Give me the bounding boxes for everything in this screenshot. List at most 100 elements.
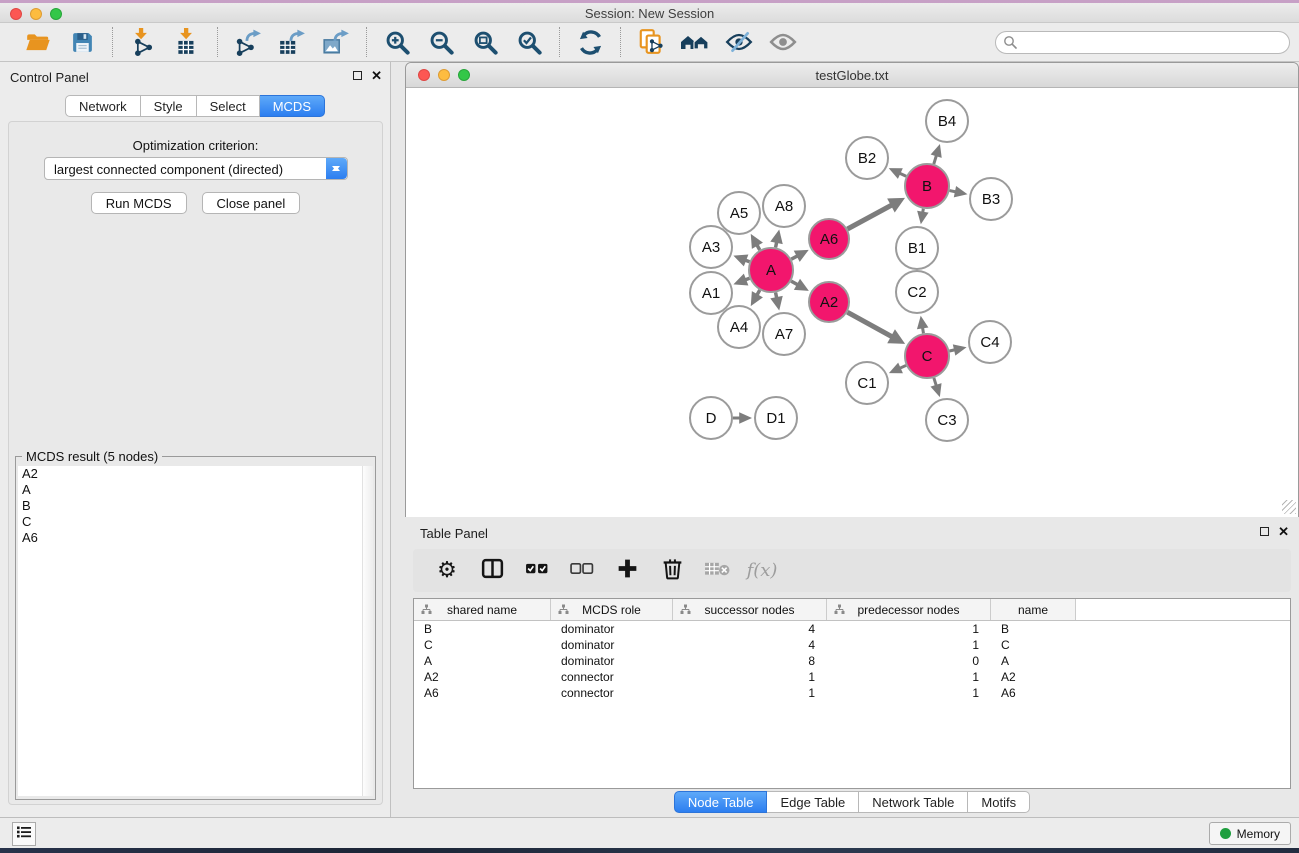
zoom-selected-button[interactable] (513, 27, 545, 57)
dropdown-stepper-icon[interactable] (326, 158, 347, 179)
control-panel-title: Control Panel (10, 70, 89, 85)
graph-node-B3[interactable]: B3 (970, 178, 1012, 220)
edge-C-C3[interactable] (934, 378, 936, 386)
graph-node-C3[interactable]: C3 (926, 399, 968, 441)
column-selector-button[interactable] (478, 557, 506, 585)
float-panel-icon[interactable] (353, 71, 362, 80)
edge-A-A6[interactable] (791, 256, 797, 259)
graph-node-C4[interactable]: C4 (969, 321, 1011, 363)
edge-B-B4[interactable] (934, 155, 937, 164)
graph-node-A7[interactable]: A7 (763, 313, 805, 355)
function-builder-button[interactable]: f(x) (748, 557, 776, 585)
graph-node-A4[interactable]: A4 (718, 306, 760, 348)
edge-A6-B[interactable] (847, 205, 891, 229)
tab-edge-table[interactable]: Edge Table (767, 791, 859, 813)
graph-node-A5[interactable]: A5 (718, 192, 760, 234)
tab-select[interactable]: Select (197, 95, 260, 117)
show-graphics-details-button[interactable] (767, 27, 799, 57)
export-table-button[interactable] (276, 27, 308, 57)
edge-C-C1[interactable] (900, 365, 906, 368)
copy-network-button[interactable] (635, 27, 667, 57)
tab-motifs[interactable]: Motifs (968, 791, 1030, 813)
table-row[interactable]: Bdominator41B (414, 621, 1290, 637)
tab-style[interactable]: Style (141, 95, 197, 117)
close-panel-icon[interactable]: ✕ (371, 70, 382, 81)
delete-column-button[interactable] (658, 557, 686, 585)
network-graph-canvas[interactable]: B4 B2 B B3 B1 A5A8A6 A3 A A1 C2 A2 A4A7 C C4 C1 C3 D D1 (406, 89, 1298, 517)
import-table-button[interactable] (171, 27, 203, 57)
graph-node-C1[interactable]: C1 (846, 362, 888, 404)
graph-node-C[interactable]: C (905, 334, 949, 378)
tab-network-table[interactable]: Network Table (859, 791, 968, 813)
run-mcds-button[interactable]: Run MCDS (91, 192, 187, 214)
open-file-button[interactable] (22, 27, 54, 57)
table-float-panel-icon[interactable] (1260, 527, 1269, 536)
control-panel: Control Panel ✕ NetworkStyleSelectMCDS O… (0, 62, 391, 817)
graph-node-D[interactable]: D (690, 397, 732, 439)
graph-node-D1[interactable]: D1 (755, 397, 797, 439)
result-list-scrollbar[interactable] (362, 466, 373, 796)
cell-name: C (991, 637, 1076, 653)
select-all-checkboxes-button[interactable] (523, 557, 551, 585)
column-header-predecessor-nodes[interactable]: predecessor nodes (827, 599, 991, 620)
add-column-button[interactable] (613, 557, 641, 585)
column-header-MCDS-role[interactable]: MCDS role (551, 599, 673, 620)
cell-shared-name: B (414, 621, 551, 637)
zoom-in-button[interactable] (381, 27, 413, 57)
result-item[interactable]: A (18, 482, 362, 498)
edge-A2-C[interactable] (847, 312, 892, 337)
table-close-panel-icon[interactable]: ✕ (1278, 526, 1289, 537)
refresh-network-button[interactable] (574, 27, 606, 57)
zoom-fit-button[interactable] (469, 27, 501, 57)
result-item[interactable]: B (18, 498, 362, 514)
result-item[interactable]: C (18, 514, 362, 530)
memory-button[interactable]: Memory (1209, 822, 1291, 845)
control-panel-header: Control Panel ✕ (0, 62, 390, 90)
graph-node-C2[interactable]: C2 (896, 271, 938, 313)
task-history-button[interactable] (12, 822, 36, 846)
table-toolbar: ⚙ f(x) (413, 549, 1291, 592)
first-neighbors-button[interactable] (679, 27, 711, 57)
deselect-all-checkboxes-button[interactable] (568, 557, 596, 585)
delete-table-button[interactable] (703, 557, 731, 585)
table-row[interactable]: A2connector11A2 (414, 669, 1290, 685)
tab-node-table[interactable]: Node Table (674, 791, 768, 813)
edge-B-B2[interactable] (899, 173, 906, 176)
column-header-shared-name[interactable]: shared name (414, 599, 551, 620)
graph-node-A[interactable]: A (749, 248, 793, 292)
table-row[interactable]: Adominator80A (414, 653, 1290, 669)
column-header-name[interactable]: name (991, 599, 1076, 620)
settings-gear-button[interactable]: ⚙ (433, 557, 461, 585)
table-row[interactable]: A6connector11A6 (414, 685, 1290, 701)
tab-network[interactable]: Network (65, 95, 141, 117)
window-resize-grip[interactable] (1282, 500, 1296, 514)
save-session-button[interactable] (66, 27, 98, 57)
column-header-successor-nodes[interactable]: successor nodes (673, 599, 827, 620)
graph-node-A8[interactable]: A8 (763, 185, 805, 227)
hide-graphics-details-button[interactable] (723, 27, 755, 57)
close-panel-button[interactable]: Close panel (202, 192, 301, 214)
export-network-button[interactable] (232, 27, 264, 57)
search-input[interactable] (995, 31, 1290, 54)
export-image-button[interactable] (320, 27, 352, 57)
cell-successor-nodes: 8 (673, 653, 827, 669)
graph-node-A6[interactable]: A6 (809, 219, 849, 259)
graph-node-B1[interactable]: B1 (896, 227, 938, 269)
import-network-button[interactable] (127, 27, 159, 57)
fx-label: f(x) (747, 560, 778, 581)
table-row[interactable]: Cdominator41C (414, 637, 1290, 653)
graph-node-B4[interactable]: B4 (926, 100, 968, 142)
zoom-out-button[interactable] (425, 27, 457, 57)
result-item[interactable]: A2 (18, 466, 362, 482)
edge-A-A2[interactable] (791, 281, 798, 285)
export-table-icon (278, 28, 306, 56)
graph-node-A3[interactable]: A3 (690, 226, 732, 268)
graph-node-A1[interactable]: A1 (690, 272, 732, 314)
graph-node-A2[interactable]: A2 (809, 282, 849, 322)
result-item[interactable]: A6 (18, 530, 362, 546)
optimization-criterion-select[interactable]: largest connected component (directed) (44, 157, 348, 180)
graph-node-B[interactable]: B (905, 164, 949, 208)
network-window-titlebar[interactable]: testGlobe.txt (406, 63, 1298, 88)
tab-mcds[interactable]: MCDS (260, 95, 325, 117)
graph-node-B2[interactable]: B2 (846, 137, 888, 179)
